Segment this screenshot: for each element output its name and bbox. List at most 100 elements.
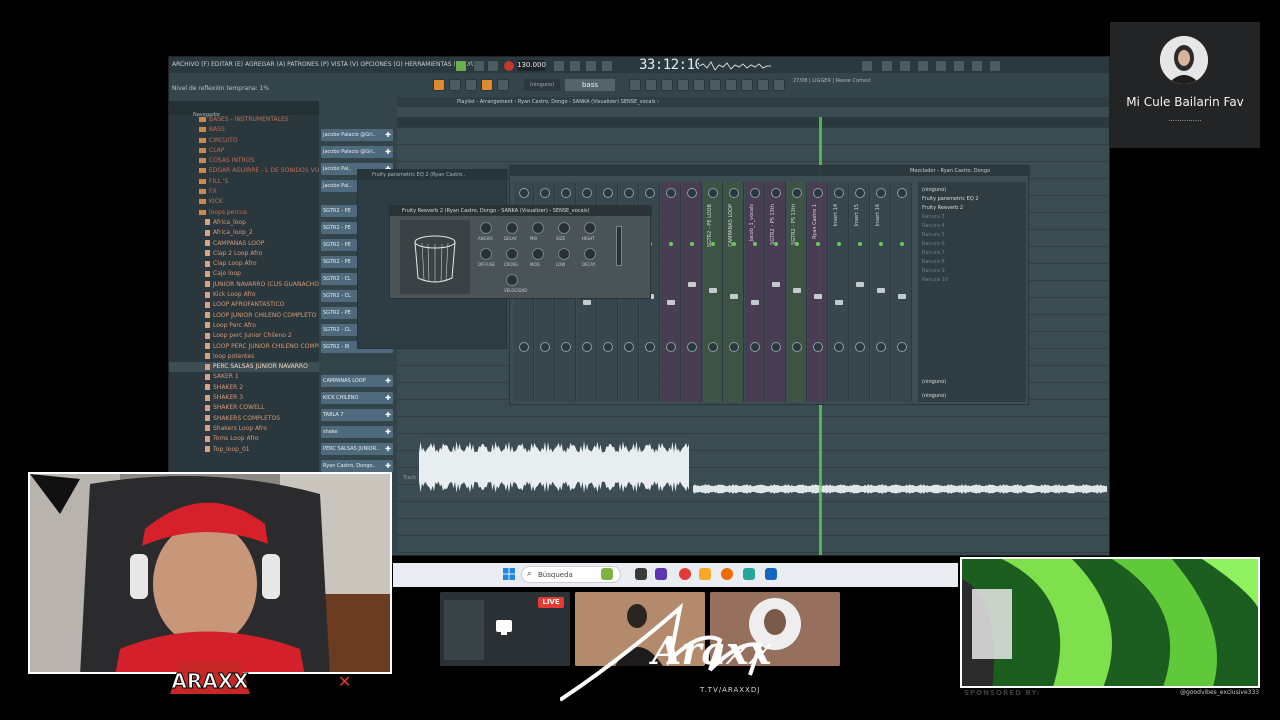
browser-item[interactable]: Clap Loop Afro — [169, 259, 319, 269]
mixer-strip[interactable]: SGTR2 - PS 13th — [787, 182, 807, 402]
pan-knob[interactable] — [624, 188, 634, 198]
arrow-right-icon[interactable] — [449, 79, 461, 91]
fl-studio-icon[interactable] — [721, 568, 733, 580]
strip-led[interactable] — [879, 242, 883, 246]
pan-knob[interactable] — [876, 188, 886, 198]
reverb-knob[interactable] — [584, 248, 596, 260]
browser-item[interactable]: Top_loop_01 — [169, 445, 319, 455]
browser-item[interactable]: FX — [169, 187, 319, 197]
reverb-knob[interactable] — [584, 222, 596, 234]
volume-fader[interactable] — [667, 300, 675, 305]
browser-item[interactable]: KICK — [169, 197, 319, 207]
browser-item[interactable]: Shakers Loop Afro — [169, 424, 319, 434]
online-icon[interactable] — [917, 60, 929, 72]
mixer-strip[interactable]: Ryan Castro 1 — [808, 182, 828, 402]
none-selector[interactable]: (ninguno) — [524, 79, 560, 91]
grass-icon[interactable] — [601, 568, 613, 580]
mixer-icon[interactable] — [497, 79, 509, 91]
mixer-slot[interactable]: Ranura 3 — [922, 213, 1014, 221]
eq-title[interactable]: Fruity parametric EQ 2 (Ryan Castro.. — [358, 170, 508, 180]
send-knob[interactable] — [729, 342, 739, 352]
pan-knob[interactable] — [645, 188, 655, 198]
volume-fader[interactable] — [772, 282, 780, 287]
help-icon[interactable] — [899, 60, 911, 72]
stop-button[interactable] — [487, 60, 499, 72]
strip-led[interactable] — [669, 242, 673, 246]
reverb-knob[interactable] — [558, 222, 570, 234]
mixer-slot[interactable]: Ranura 7 — [922, 249, 1014, 257]
send-knob[interactable] — [771, 342, 781, 352]
app-icon[interactable] — [765, 568, 777, 580]
browser-item[interactable]: LOOP PERC JUNIOR CHILENO COMPLETO — [169, 342, 319, 352]
send-knob[interactable] — [624, 342, 634, 352]
playlist-track-row[interactable] — [397, 501, 1109, 502]
volume-fader[interactable] — [583, 300, 591, 305]
mixer-slot[interactable]: Ranura 8 — [922, 258, 1014, 266]
mixer-strip[interactable] — [661, 182, 681, 402]
volume-fader[interactable] — [751, 300, 759, 305]
browser-item[interactable]: SAKER 1 — [169, 372, 319, 382]
browser-item[interactable]: SHAKERS COMPLETOS — [169, 414, 319, 424]
mixer-slot[interactable]: Ranura 6 — [922, 240, 1014, 248]
upload-icon[interactable] — [989, 60, 1001, 72]
channel-button[interactable]: TABLA 7 ✚ — [321, 409, 393, 421]
pan-knob[interactable] — [582, 188, 592, 198]
touch-keyboard-icon[interactable] — [725, 79, 737, 91]
pan-knob[interactable] — [792, 188, 802, 198]
send-knob[interactable] — [876, 342, 886, 352]
browser-item[interactable]: CAMPANAS LOOP — [169, 239, 319, 249]
volume-fader[interactable] — [793, 288, 801, 293]
browser-item[interactable]: PERC SALSAS JUNIOR NAVARRO — [169, 362, 319, 373]
playlist-track-row[interactable] — [397, 535, 1109, 536]
channel-route-icon[interactable]: ✚ — [385, 129, 391, 141]
send-knob[interactable] — [561, 342, 571, 352]
browser-item[interactable]: Cajo loop — [169, 269, 319, 279]
strip-led[interactable] — [837, 242, 841, 246]
reverb-knob[interactable] — [558, 248, 570, 260]
strip-led[interactable] — [858, 242, 862, 246]
volume-fader[interactable] — [835, 300, 843, 305]
send-knob[interactable] — [603, 342, 613, 352]
wait-input-icon[interactable] — [569, 60, 581, 72]
reverb-knob[interactable] — [506, 248, 518, 260]
browser-view-icon[interactable] — [693, 79, 705, 91]
twitch-url[interactable]: T.TV/ARAXXDJ — [700, 686, 760, 694]
mixer-slot[interactable]: Ranura 5 — [922, 231, 1014, 239]
edit-tool-icon[interactable] — [481, 79, 493, 91]
mixer-strip[interactable]: Jacob_1_vocals — [745, 182, 765, 402]
chrome-icon[interactable] — [679, 568, 691, 580]
strip-led[interactable] — [690, 242, 694, 246]
pan-knob[interactable] — [771, 188, 781, 198]
playlist-track-row[interactable] — [397, 433, 1109, 434]
browser-item[interactable]: Kick Loop Afro — [169, 290, 319, 300]
mixer-output-b[interactable]: (ninguno) — [922, 392, 1014, 400]
mixer-strip[interactable] — [892, 182, 912, 402]
plugin-icon[interactable] — [935, 60, 947, 72]
playlist-ruler[interactable] — [397, 117, 1109, 127]
browser-item[interactable]: BASS — [169, 125, 319, 135]
playlist-track-row[interactable] — [397, 416, 1109, 417]
browser-item[interactable]: LOOP AFROFANTASTICO — [169, 300, 319, 310]
snap-icon[interactable] — [433, 79, 445, 91]
windows-start-icon[interactable] — [503, 568, 515, 580]
reverb-knob[interactable] — [480, 248, 492, 260]
browser-item[interactable]: EDGAR AGUIRRE - L DE SONIDOS VOL 3 — [169, 166, 319, 176]
pan-knob[interactable] — [729, 188, 739, 198]
browser-item[interactable]: loop potentes — [169, 352, 319, 362]
send-knob[interactable] — [897, 342, 907, 352]
browser-item[interactable]: loops percus — [169, 208, 319, 218]
strip-led[interactable] — [816, 242, 820, 246]
browser-item[interactable]: CIRCUITO — [169, 136, 319, 146]
chat-icon[interactable] — [971, 60, 983, 72]
reverb-knob[interactable] — [480, 222, 492, 234]
reverb-knob[interactable] — [532, 222, 544, 234]
live-preview-card[interactable]: LIVE — [440, 592, 570, 666]
browser-item[interactable]: Loop perc Junior Chileno 2 — [169, 331, 319, 341]
send-knob[interactable] — [855, 342, 865, 352]
mixer-strip[interactable]: Insert 16 — [871, 182, 891, 402]
send-knob[interactable] — [540, 342, 550, 352]
browser-item[interactable]: FILL 'S — [169, 177, 319, 187]
channel-route-icon[interactable]: ✚ — [385, 146, 391, 158]
browser-tabs[interactable]: Navegador — [169, 101, 319, 118]
record-button[interactable] — [503, 60, 515, 72]
